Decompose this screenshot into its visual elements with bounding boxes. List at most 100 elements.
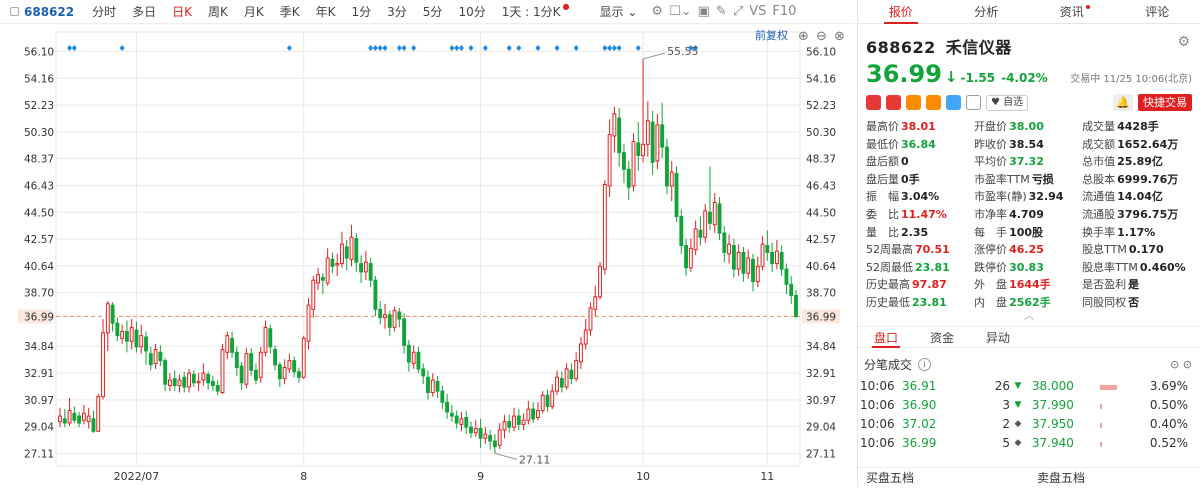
candle-body <box>168 380 171 386</box>
candle-body <box>264 327 267 352</box>
candle-body <box>718 204 721 233</box>
add-watchlist-button[interactable]: ♥ 自选 <box>986 95 1028 111</box>
stat-value: 2.35 <box>901 226 928 239</box>
toolbar-icons: ⚙ ☐⌄ ▣ ✎ ⤢ VS F10 <box>651 4 796 19</box>
tab-fund[interactable]: 资金 <box>914 327 970 347</box>
stat-cell: 成交额1652.64万 <box>1082 136 1200 154</box>
period-10[interactable]: 10分 <box>450 3 493 20</box>
stat-label: 跌停价 <box>974 261 1007 274</box>
quick-trade-button[interactable]: 快捷交易 <box>1138 94 1192 111</box>
checkbox-icon[interactable] <box>10 7 19 16</box>
edit-icon[interactable]: ✎ <box>716 4 727 19</box>
y-tick-right: 40.64 <box>806 261 836 273</box>
period-5[interactable]: 季K <box>272 3 308 20</box>
candle-body <box>63 419 66 423</box>
candle-body <box>694 229 697 250</box>
stat-cell: 盘后量0手 <box>866 171 974 189</box>
candle-body <box>283 368 286 379</box>
stat-cell: 股息TTM0.170 <box>1082 241 1200 259</box>
period-11[interactable]: 1天 : 1分K <box>494 3 569 20</box>
display-menu[interactable]: 显示 ⌄ <box>592 3 646 20</box>
zoom-in-icon[interactable]: ⊕ <box>798 29 809 44</box>
candle-body <box>599 266 602 297</box>
info-icon[interactable]: i <box>918 358 931 371</box>
database-icon[interactable] <box>906 95 921 110</box>
stat-cell: 开盘价38.00 <box>974 118 1082 136</box>
lightning-icon[interactable] <box>886 95 901 110</box>
stat-label: 昨收价 <box>974 138 1007 151</box>
candle-body <box>269 329 272 347</box>
y-tick-left: 29.04 <box>24 422 54 434</box>
stat-value: 6999.76万 <box>1117 173 1178 186</box>
candle-body <box>551 391 554 406</box>
stat-cell: 同股同权否 <box>1082 294 1200 312</box>
toolbar-stock-code[interactable]: 688622 <box>10 5 74 19</box>
tab-analysis[interactable]: 分析 <box>944 0 1030 23</box>
period-selector: 分时多日日K周K月K季K年K1分3分5分10分1天 : 1分K <box>84 3 568 20</box>
stock-code: 688622 <box>866 38 936 57</box>
period-8[interactable]: 3分 <box>379 3 415 20</box>
kline-svg[interactable]: 56.1056.1054.1654.1652.2352.2350.3050.30… <box>0 24 855 487</box>
candle-body <box>212 381 215 385</box>
candle <box>599 262 602 299</box>
vs-button[interactable]: VS <box>749 4 766 19</box>
period-7[interactable]: 1分 <box>344 3 380 20</box>
money-icon[interactable] <box>926 95 941 110</box>
y-tick-left: 48.37 <box>24 154 54 166</box>
tag-icon[interactable] <box>946 95 961 110</box>
buy-five-label[interactable]: 买盘五档 <box>866 469 1029 486</box>
stat-cell: 内 盘2562手 <box>974 294 1082 312</box>
candle-body <box>102 333 105 397</box>
close-icon[interactable]: ⊗ <box>834 29 845 44</box>
tab-panel[interactable]: 盘口 <box>858 327 914 347</box>
stat-cell: 市净率4.709 <box>974 206 1082 224</box>
stat-cell: 成交量4428手 <box>1082 118 1200 136</box>
book-price: 38.000 <box>1032 377 1100 396</box>
candle-body <box>202 373 205 380</box>
sell-five-label[interactable]: 卖盘五档 <box>1037 469 1200 486</box>
period-2[interactable]: 日K <box>164 3 200 20</box>
color-box-icon[interactable]: ☐⌄ <box>669 4 692 19</box>
tab-quote[interactable]: 报价 <box>858 0 944 23</box>
period-9[interactable]: 5分 <box>415 3 451 20</box>
quote-panel: 报价 分析 资讯 评论 688622禾信仪器 ⚙ 36.99 ↓ -1.55 -… <box>857 0 1200 487</box>
candle-body <box>680 216 683 245</box>
stat-value: 38.00 <box>1009 120 1044 133</box>
restore-button[interactable]: 前复权 <box>755 28 788 42</box>
candle-body <box>350 237 353 259</box>
period-4[interactable]: 月K <box>236 3 272 20</box>
tab-review[interactable]: 评论 <box>1115 0 1200 23</box>
candle-body <box>302 338 305 377</box>
document-icon[interactable] <box>966 95 981 110</box>
candle-body <box>699 230 702 237</box>
collapse-icon[interactable]: ︿ <box>858 312 1200 322</box>
period-6[interactable]: 年K <box>308 3 344 20</box>
tab-abnormal[interactable]: 异动 <box>970 327 1026 347</box>
more-icon[interactable]: ⊙ ⊙ <box>1170 358 1192 371</box>
y-tick-left: 34.84 <box>24 341 54 353</box>
fullscreen-icon[interactable]: ⤢ <box>733 4 743 19</box>
zoom-out-icon[interactable]: ⊖ <box>816 29 827 44</box>
tick-time: 10:06 <box>860 377 902 396</box>
camera-icon[interactable]: ▣ <box>698 4 710 19</box>
candle <box>632 133 635 191</box>
stat-label: 市盈率(静) <box>974 190 1027 203</box>
bell-icon[interactable]: 🔔 <box>1113 94 1133 111</box>
f10-button[interactable]: F10 <box>772 4 796 19</box>
tab-news[interactable]: 资讯 <box>1029 0 1115 23</box>
candle-body <box>403 319 406 345</box>
settings-icon[interactable]: ⚙ <box>651 4 663 19</box>
stat-value: 11.47% <box>901 208 947 221</box>
period-1[interactable]: 多日 <box>124 3 164 20</box>
candle-body <box>145 337 148 351</box>
china-flag-icon[interactable] <box>866 95 881 110</box>
gear-icon[interactable]: ⚙ <box>1177 34 1190 50</box>
candle-body <box>216 386 219 392</box>
period-3[interactable]: 周K <box>200 3 236 20</box>
kline-chart[interactable]: 56.1056.1054.1654.1652.2352.2350.3050.30… <box>0 24 855 487</box>
stat-label: 同股同权 <box>1082 296 1126 309</box>
stat-value: 1644手 <box>1009 278 1051 291</box>
candle-body <box>59 416 62 422</box>
period-0[interactable]: 分时 <box>84 3 124 20</box>
candle-body <box>393 311 396 328</box>
